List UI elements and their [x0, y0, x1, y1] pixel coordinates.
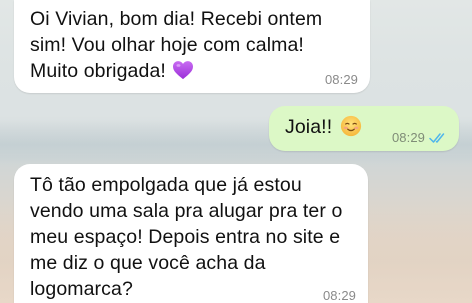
- message-text: Oi Vivian, bom dia! Recebi ontem sim! Vo…: [30, 8, 323, 82]
- message-text: Tô tão empolgada que já estou vendo uma …: [30, 174, 343, 300]
- read-receipt-icon: [429, 132, 445, 143]
- message-meta: 08:29: [325, 72, 358, 87]
- purple-heart-icon: [172, 61, 193, 80]
- message-meta: 08:29: [323, 288, 356, 303]
- message-time: 08:29: [324, 72, 358, 87]
- incoming-message-bubble[interactable]: Tô tão empolgada que já estou vendo uma …: [14, 164, 368, 303]
- message-time: 08:29: [391, 130, 425, 145]
- message-time: 08:29: [322, 288, 356, 303]
- incoming-message-bubble[interactable]: Oi Vivian, bom dia! Recebi ontem sim! Vo…: [14, 0, 370, 93]
- message-meta: 08:29: [392, 130, 447, 145]
- smiling-face-icon: [341, 115, 362, 137]
- outgoing-message-bubble[interactable]: Joia!! 08:29: [269, 106, 459, 151]
